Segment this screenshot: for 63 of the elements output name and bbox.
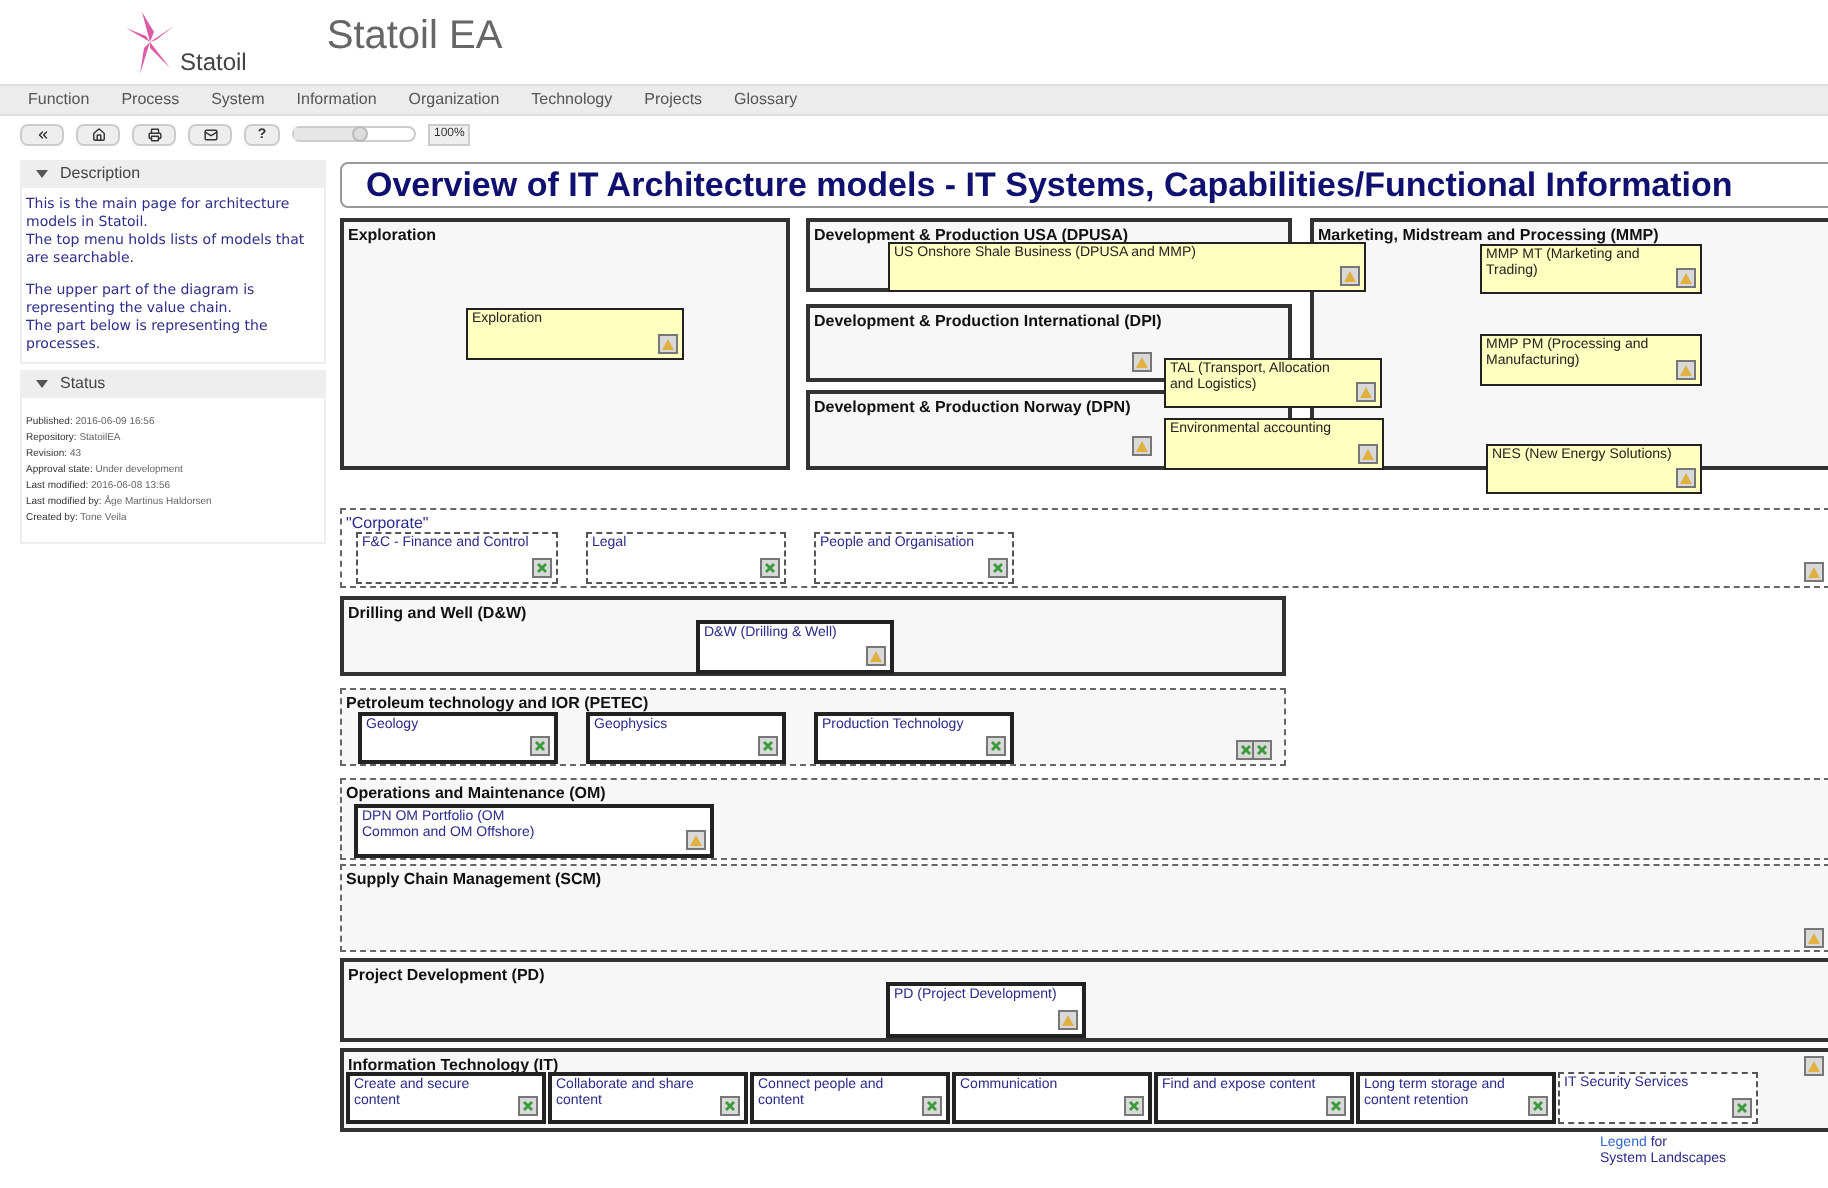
- group-label: Exploration: [348, 224, 437, 248]
- broken-image-icon[interactable]: [1326, 1096, 1346, 1116]
- broken-image-icon[interactable]: [1528, 1096, 1548, 1116]
- mail-icon[interactable]: [188, 123, 232, 145]
- home-icon[interactable]: [76, 123, 120, 145]
- broken-image-icon[interactable]: [1124, 1096, 1144, 1116]
- menu-item[interactable]: Information: [296, 88, 377, 112]
- panel-header[interactable]: Status: [20, 370, 326, 396]
- menu-item[interactable]: Glossary: [734, 88, 798, 112]
- broken-image-icon[interactable]: [758, 736, 778, 756]
- broken-image-icon[interactable]: [518, 1096, 538, 1116]
- link-icon[interactable]: [686, 830, 706, 850]
- menu-item[interactable]: Technology: [531, 88, 613, 112]
- link-icon[interactable]: [1356, 382, 1376, 402]
- app-title: Statoil EA: [326, 16, 503, 62]
- link-icon[interactable]: [866, 646, 886, 666]
- link-icon[interactable]: [1804, 562, 1824, 582]
- group-label: "Corporate": [346, 512, 429, 535]
- link-icon[interactable]: [1340, 266, 1360, 286]
- link-icon[interactable]: [1058, 1010, 1078, 1030]
- group-label: Information Technology (IT): [348, 1054, 559, 1077]
- broken-image-icon[interactable]: [760, 558, 780, 578]
- group-label: Project Development (PD): [348, 964, 545, 988]
- menu-item[interactable]: System: [211, 88, 265, 112]
- menu-item[interactable]: Function: [28, 88, 90, 112]
- link-icon[interactable]: [1804, 1056, 1824, 1076]
- group-label: Drilling and Well (D&W): [348, 602, 527, 626]
- menu-item[interactable]: Projects: [644, 88, 703, 112]
- diagram-title: Overview of IT Architecture models - IT Systems, Capabilities/Functional Information: [340, 162, 1828, 208]
- link-icon[interactable]: [1804, 928, 1824, 948]
- group-label: Supply Chain Management (SCM): [346, 868, 602, 892]
- star-logo-icon: [124, 8, 176, 76]
- broken-image-icon[interactable]: [1252, 740, 1272, 760]
- link-icon[interactable]: [658, 334, 678, 354]
- group-label: Development & Production Norway (DPN): [814, 396, 1131, 420]
- collapse-icon[interactable]: [36, 167, 48, 179]
- link-icon[interactable]: [1132, 436, 1152, 456]
- group-label: Operations and Maintenance (OM): [346, 782, 606, 806]
- rewind-icon[interactable]: [20, 123, 64, 145]
- menu-item[interactable]: Organization: [408, 88, 500, 112]
- link-icon[interactable]: [1358, 444, 1378, 464]
- broken-image-icon[interactable]: [988, 558, 1008, 578]
- link-icon[interactable]: [1676, 468, 1696, 488]
- brand-name: Statoil: [180, 50, 247, 76]
- menu-item[interactable]: Process: [121, 88, 180, 112]
- collapse-icon[interactable]: [36, 377, 48, 389]
- broken-image-icon[interactable]: [1236, 740, 1256, 760]
- broken-image-icon[interactable]: [1732, 1098, 1752, 1118]
- group-label: Marketing, Midstream and Processing (MMP): [1318, 224, 1659, 247]
- print-icon[interactable]: [132, 123, 176, 145]
- broken-image-icon[interactable]: [986, 736, 1006, 756]
- link-icon[interactable]: [1132, 352, 1152, 372]
- group-label: Development & Production International (DPI): [814, 310, 1162, 334]
- broken-image-icon[interactable]: [922, 1096, 942, 1116]
- broken-image-icon[interactable]: [532, 558, 552, 578]
- link-icon[interactable]: [1676, 268, 1696, 288]
- link-icon[interactable]: [1676, 360, 1696, 380]
- zoom-slider[interactable]: [292, 126, 416, 142]
- group-label: Petroleum technology and IOR (PETEC): [346, 692, 649, 716]
- panel-header[interactable]: Description: [20, 160, 326, 186]
- broken-image-icon[interactable]: [530, 736, 550, 756]
- group-label: Development & Production USA (DPUSA): [814, 224, 1129, 245]
- broken-image-icon[interactable]: [720, 1096, 740, 1116]
